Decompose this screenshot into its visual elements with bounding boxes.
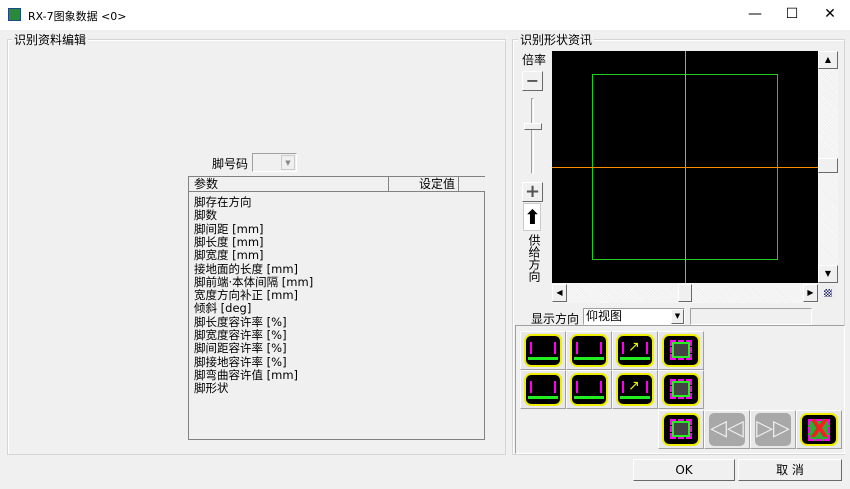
lead-flip-button[interactable] xyxy=(566,370,612,409)
lead-shift-icon: ↗ xyxy=(616,373,654,406)
rotate-icon: ↗ xyxy=(616,334,654,367)
minimize-button[interactable]: — xyxy=(737,0,773,30)
lead-add-icon xyxy=(524,373,562,406)
scroll-up-button[interactable]: ▲ xyxy=(818,51,838,69)
column-header-empty xyxy=(459,177,485,192)
lead-delete-icon xyxy=(570,334,608,367)
lead-delete-button[interactable] xyxy=(566,331,612,370)
table-row[interactable]: 脚间距容许率 [%] xyxy=(194,342,287,355)
zoom-slider-track[interactable] xyxy=(531,98,534,174)
lead-shift-button[interactable]: ↗ xyxy=(612,370,658,409)
table-row[interactable]: 脚宽度容许率 [%] xyxy=(194,328,287,342)
table-row[interactable]: 脚长度容许率 [%] xyxy=(194,315,287,329)
app-icon xyxy=(8,8,21,21)
group-title: 识别资料编辑 xyxy=(12,31,89,48)
double-chevron-left-icon: ◁◁ xyxy=(709,413,745,446)
table-row[interactable]: 脚存在方向 xyxy=(194,195,252,209)
table-row[interactable]: 脚数 xyxy=(194,209,217,222)
clear-all-button[interactable]: X xyxy=(796,410,842,449)
table-row[interactable]: 倾斜 [deg] xyxy=(194,302,251,315)
corner-grid-button[interactable] xyxy=(820,285,836,301)
maximize-button[interactable]: ☐ xyxy=(774,0,810,30)
qfp-4side-button[interactable] xyxy=(658,331,704,370)
crosshair-horizontal xyxy=(552,167,818,168)
table-row[interactable]: 脚间距 [mm] xyxy=(194,222,264,236)
grid-icon xyxy=(824,289,832,297)
parameter-table[interactable]: 参数 设定值 脚存在方向 脚数 脚间距 [mm] 脚长度 [mm] 脚宽度 [mm] 接地… xyxy=(188,176,485,440)
table-row[interactable]: 脚接地容许率 [%] xyxy=(194,355,287,369)
table-row[interactable]: 接地面的长度 [mm] xyxy=(194,262,298,276)
qfp-4side-icon xyxy=(662,334,700,367)
display-direction-value: 仰视图 xyxy=(586,309,623,323)
prev-button[interactable]: ◁◁ xyxy=(704,410,750,449)
shape-preview-canvas[interactable] xyxy=(552,51,818,283)
scroll-right-button[interactable]: ▶ xyxy=(803,284,818,302)
table-row[interactable]: 脚宽度 [mm] xyxy=(194,249,264,262)
zoom-slider-thumb[interactable] xyxy=(524,122,542,130)
title-bar: RX-7图象数据 <0> — ☐ ✕ xyxy=(0,0,850,30)
vertical-scroll-thumb[interactable] xyxy=(818,158,838,173)
next-button[interactable]: ▷▷ xyxy=(750,410,796,449)
scroll-left-button[interactable]: ◀ xyxy=(552,284,567,302)
qfp-square-icon xyxy=(662,413,700,446)
rotate-button[interactable]: ↗ xyxy=(612,331,658,370)
cancel-button[interactable]: 取 消 xyxy=(738,459,842,481)
lead-check-icon xyxy=(524,334,562,367)
pin-code-label: 脚号码 xyxy=(212,157,249,171)
qfp-square-button[interactable] xyxy=(658,410,704,449)
chevron-down-icon[interactable]: ▼ xyxy=(281,155,295,170)
horizontal-scroll-thumb[interactable] xyxy=(678,284,692,302)
double-chevron-right-icon: ▷▷ xyxy=(755,413,791,446)
ok-button[interactable]: OK xyxy=(633,459,735,481)
close-button[interactable]: ✕ xyxy=(812,0,848,30)
table-row[interactable]: 脚长度 [mm] xyxy=(194,235,264,249)
clear-all-icon: X xyxy=(800,413,838,446)
group-title: 识别形状资讯 xyxy=(518,31,595,48)
table-row[interactable]: 脚形状 xyxy=(194,382,229,395)
horizontal-scrollbar[interactable]: ◀ ▶ xyxy=(552,283,818,303)
scroll-down-button[interactable]: ▼ xyxy=(818,265,838,283)
qfp-2side-button[interactable] xyxy=(658,370,704,409)
arrow-up-icon: ⬆ xyxy=(523,203,541,231)
zoom-out-button[interactable]: − xyxy=(522,71,543,91)
table-row[interactable]: 宽度方向补正 [mm] xyxy=(194,288,298,302)
display-direction-select[interactable]: 仰视图 ▼ xyxy=(583,308,685,325)
window-title: RX-7图象数据 <0> xyxy=(28,10,127,23)
table-row[interactable]: 脚弯曲容许值 [mm] xyxy=(194,368,298,382)
lead-add-button[interactable] xyxy=(520,370,566,409)
zoom-label: 倍率 xyxy=(522,53,547,67)
vertical-scrollbar[interactable]: ▲ ▼ xyxy=(818,51,838,283)
info-field xyxy=(690,308,812,325)
pin-code-dropdown[interactable]: ▼ xyxy=(252,153,297,172)
feed-direction-label: 供给方向 xyxy=(527,234,541,282)
column-header-value[interactable]: 设定值 xyxy=(389,177,459,192)
lead-check-button[interactable] xyxy=(520,331,566,370)
qfp-2side-icon xyxy=(662,373,700,406)
zoom-in-button[interactable]: + xyxy=(522,182,543,202)
column-header-parameter[interactable]: 参数 xyxy=(189,177,389,192)
table-row[interactable]: 脚前端·本体间隔 [mm] xyxy=(194,275,313,289)
chevron-down-icon[interactable]: ▼ xyxy=(671,309,684,324)
lead-flip-icon xyxy=(570,373,608,406)
